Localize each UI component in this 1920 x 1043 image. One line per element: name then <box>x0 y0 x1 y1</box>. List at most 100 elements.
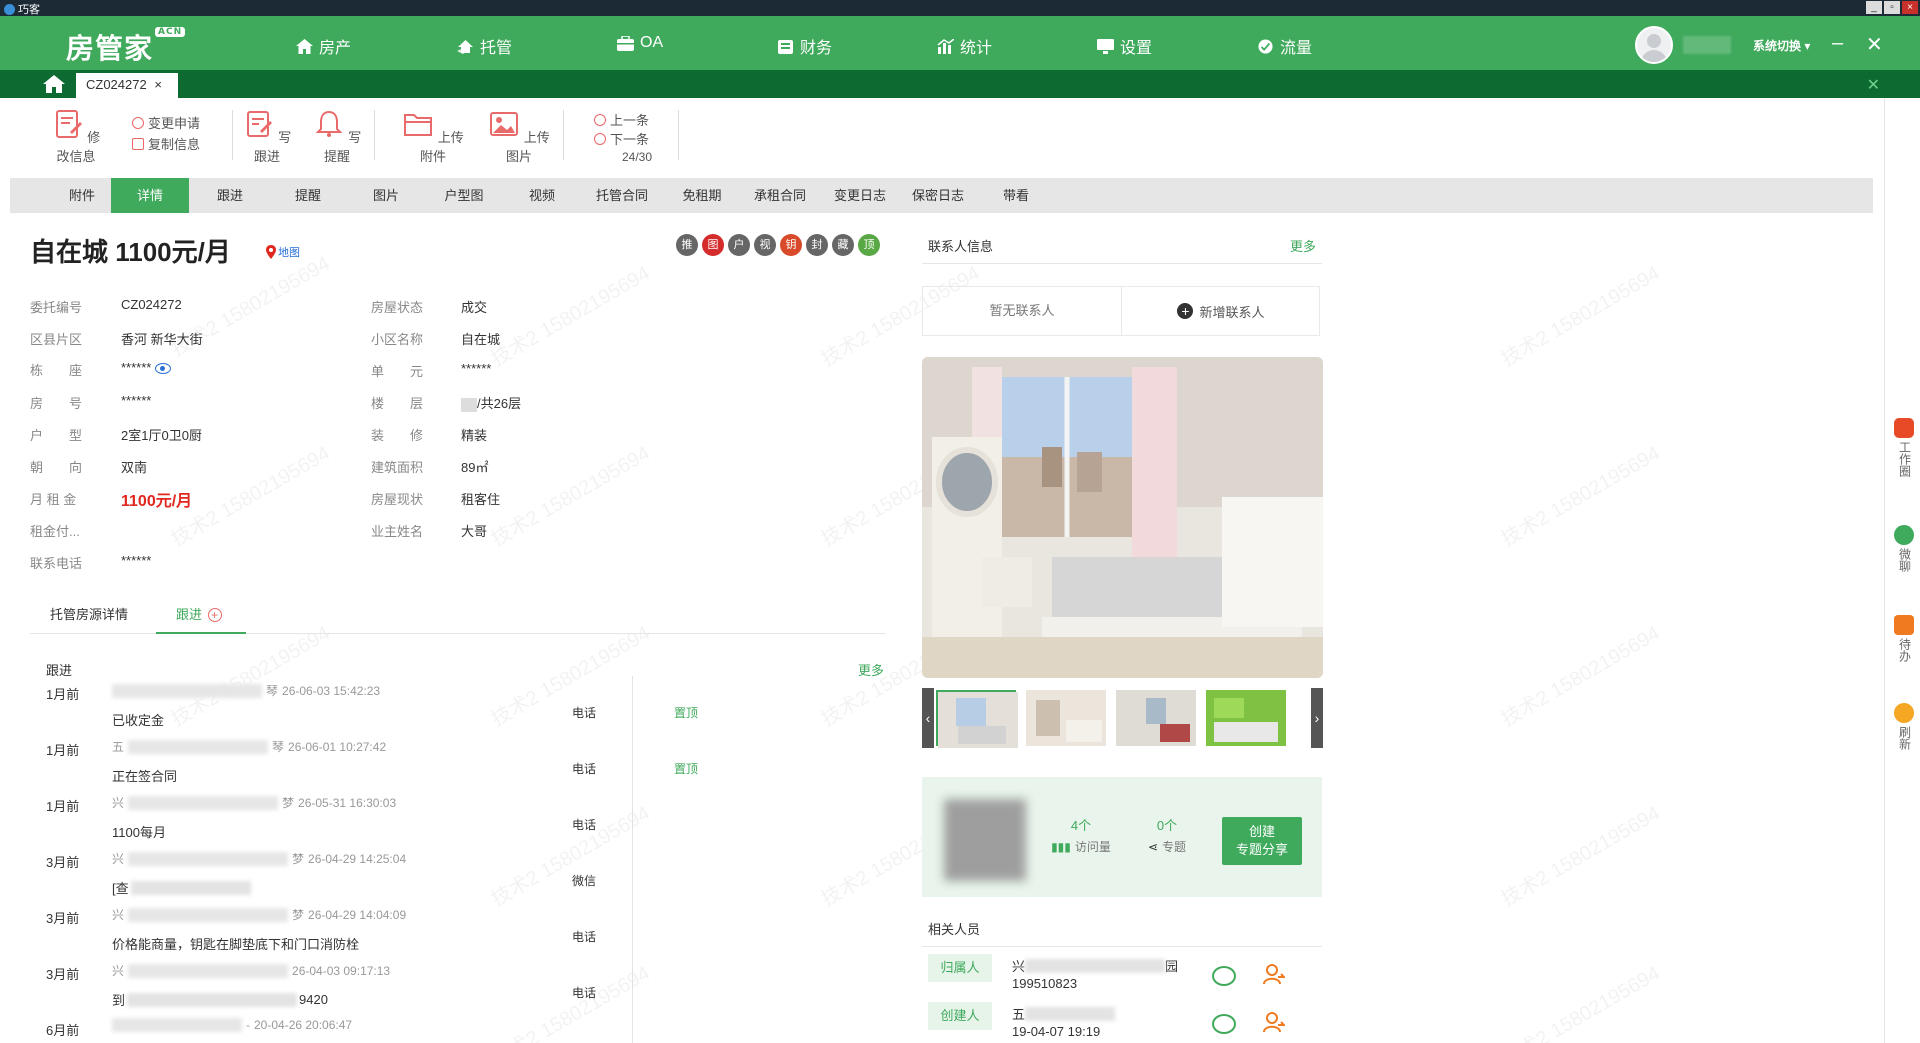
subnav-video[interactable]: 视频 <box>506 178 578 213</box>
tab-cz024272[interactable]: CZ024272 × <box>76 73 178 98</box>
rail-todo[interactable]: 待办 <box>1893 615 1915 662</box>
next-record-button[interactable]: 下一条 <box>594 129 649 148</box>
user-area[interactable]: 系统切换 ▾ <box>1635 26 1810 64</box>
share-stats-panel: 4个 ▮▮▮ 访问量 0个 ⋖ 专题 创建 专题分享 <box>922 777 1322 897</box>
followup-pin-button[interactable]: 置顶 <box>674 760 698 777</box>
field-label: 栋 座 <box>30 363 83 378</box>
close-all-tabs-icon[interactable]: ✕ <box>1867 75 1880 95</box>
nav-minimize-icon[interactable]: – <box>1832 32 1843 55</box>
upload-attachment-button[interactable]: 上传附件 <box>402 108 464 165</box>
subnav-reminder[interactable]: 提醒 <box>272 178 344 213</box>
followup-pin-button[interactable]: 置顶 <box>674 704 698 721</box>
subnav-followup[interactable]: 跟进 <box>194 178 266 213</box>
field-label: 装 修 <box>371 428 424 443</box>
role-owner-badge: 归属人 <box>928 954 992 982</box>
add-contact-button[interactable]: + 新增联系人 <box>1122 287 1320 335</box>
copy-info-button[interactable]: 复制信息 <box>132 134 200 153</box>
subnav-lease-contract[interactable]: 承租合同 <box>740 178 820 213</box>
add-followup-icon[interactable]: + <box>207 608 222 622</box>
field-value-room-no: ****** <box>121 393 152 408</box>
field-value-unit: ****** <box>461 361 492 376</box>
tab-followup[interactable]: 跟进 + <box>156 600 246 634</box>
todo-icon <box>1894 615 1914 635</box>
rail-chat[interactable]: 微聊 <box>1893 525 1915 572</box>
field-value-phone: ****** <box>121 553 152 568</box>
document-tab-bar: CZ024272 × ✕ <box>0 70 1920 98</box>
image-icon <box>490 112 519 136</box>
followup-meta: 琴 26-06-03 15:42:23 <box>112 682 380 699</box>
nav-item-statistics[interactable]: 统计 <box>937 34 992 58</box>
main-photo[interactable] <box>922 357 1323 678</box>
field-value-area: 89㎡ <box>461 460 489 475</box>
avatar[interactable] <box>1635 26 1673 64</box>
followup-time: 1月前 <box>46 799 80 814</box>
nav-item-hosting[interactable]: 托管 <box>457 34 512 58</box>
toolbar-divider <box>678 110 679 160</box>
transfer-person-icon[interactable] <box>1263 963 1285 985</box>
badge-video: 视 <box>754 234 776 256</box>
nav-item-settings[interactable]: 设置 <box>1097 34 1152 58</box>
thumbnail-1[interactable] <box>936 690 1018 748</box>
field-label: 业主姓名 <box>371 524 424 539</box>
subnav-viewing[interactable]: 带看 <box>980 178 1052 213</box>
thumbnail-2[interactable] <box>1026 690 1106 746</box>
subnav-pictures[interactable]: 图片 <box>350 178 422 213</box>
system-switch-button[interactable]: 系统切换 ▾ <box>1753 37 1810 54</box>
traffic-icon <box>1258 38 1273 54</box>
subnav-change-log[interactable]: 变更日志 <box>820 178 900 213</box>
field-label: 房 号 <box>30 396 83 411</box>
chat-icon[interactable] <box>1212 966 1236 986</box>
nav-item-finance[interactable]: 财务 <box>777 34 832 58</box>
nav-item-property[interactable]: 房产 <box>296 34 351 58</box>
followup-meta: 兴梦 26-04-29 14:04:09 <box>112 907 407 922</box>
upload-image-button[interactable]: 上传图片 <box>488 108 550 165</box>
nav-close-icon[interactable]: ✕ <box>1866 32 1883 57</box>
no-contacts-label: 暂无联系人 <box>923 287 1122 335</box>
photo-thumbnails: ‹ › <box>922 688 1323 748</box>
subnav-details[interactable]: 详情 <box>111 178 189 213</box>
home-icon[interactable] <box>43 75 65 93</box>
chat-icon[interactable] <box>1212 1014 1236 1034</box>
edit-info-button[interactable]: 修改信息 <box>46 108 106 165</box>
tab-close-icon[interactable]: × <box>154 77 162 92</box>
minimize-icon[interactable]: _ <box>1866 1 1882 14</box>
change-request-button[interactable]: 变更申请 <box>132 113 200 132</box>
close-window-icon[interactable]: × <box>1902 1 1918 14</box>
field-label: 月 租 金 <box>30 492 77 507</box>
eye-icon[interactable] <box>155 363 172 375</box>
tab-hosting-detail[interactable]: 托管房源详情 <box>50 600 150 634</box>
write-followup-button[interactable]: 写跟进 <box>242 108 292 165</box>
followup-more-link[interactable]: 更多 <box>858 660 884 679</box>
map-link[interactable]: 地图 <box>266 244 300 260</box>
subnav-rent-free[interactable]: 免租期 <box>666 178 738 213</box>
followup-time: 3月前 <box>46 911 80 926</box>
followup-text: 1100每月 <box>112 825 166 840</box>
subnav-floorplan[interactable]: 户型图 <box>428 178 500 213</box>
person-name: 兴园 <box>1012 958 1179 974</box>
rail-refresh[interactable]: 刷新 <box>1893 703 1915 750</box>
create-topic-share-button[interactable]: 创建 专题分享 <box>1222 817 1302 865</box>
field-value-layout: 2室1厅0卫0厨 <box>121 428 202 443</box>
field-value-floor: /共26层 <box>461 393 521 412</box>
transfer-person-icon[interactable] <box>1263 1011 1285 1033</box>
followup-type: 电话 <box>572 762 597 776</box>
restore-icon[interactable]: ▫ <box>1884 1 1900 14</box>
subnav-hosting-contract[interactable]: 托管合同 <box>582 178 662 213</box>
rail-work-circle[interactable]: 工作圈 <box>1893 418 1915 477</box>
nav-item-oa[interactable]: OA <box>617 34 663 52</box>
followup-time: 1月前 <box>46 743 80 758</box>
edit-doc-icon <box>55 110 82 138</box>
person-name: 五 <box>1012 1004 1116 1023</box>
thumbnail-3[interactable] <box>1116 690 1196 746</box>
thumb-next-icon[interactable]: › <box>1311 688 1323 748</box>
watermark: 技术2 15802195694 <box>1497 262 1664 371</box>
subnav-privacy-log[interactable]: 保密日志 <box>898 178 978 213</box>
write-reminder-button[interactable]: 写提醒 <box>312 108 362 165</box>
thumb-prev-icon[interactable]: ‹ <box>922 688 934 748</box>
prev-record-button[interactable]: 上一条 <box>594 110 649 129</box>
thumbnail-4[interactable] <box>1206 690 1286 746</box>
plus-icon: + <box>1177 303 1194 319</box>
followup-meta: 兴 26-04-03 09:17:13 <box>112 963 391 978</box>
contacts-more-link[interactable]: 更多 <box>1290 236 1316 255</box>
nav-item-traffic[interactable]: 流量 <box>1257 34 1312 58</box>
